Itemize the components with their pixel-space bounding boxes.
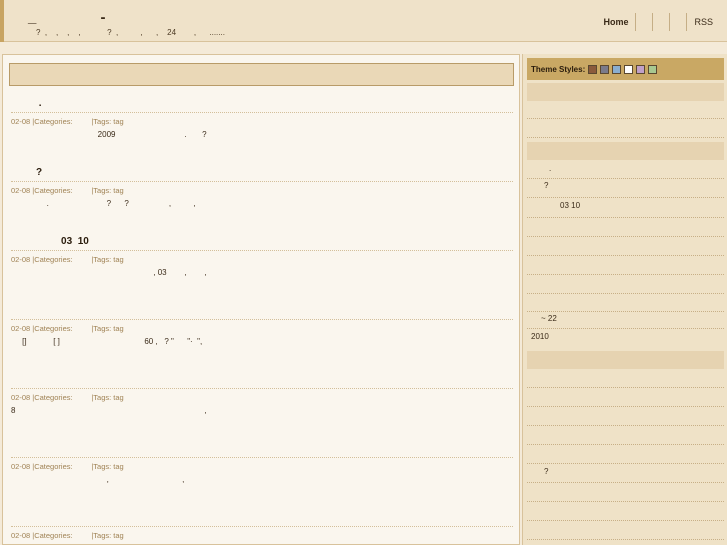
sidebar-divider bbox=[527, 482, 724, 483]
sidebar-divider bbox=[527, 137, 724, 138]
post-item: . 02-08 |Categories: |Tags: tag 2009 . ? bbox=[11, 98, 513, 139]
site-tagline: ? , , , , ? , , , 24 , ....... bbox=[36, 28, 225, 37]
post-excerpt: , , bbox=[11, 475, 185, 484]
post-excerpt: 2009 . ? bbox=[11, 130, 207, 139]
main-nav: Home RSS bbox=[596, 12, 715, 32]
sidebar-list-item[interactable]: ~ 22 bbox=[541, 314, 557, 323]
sidebar-divider bbox=[527, 311, 724, 312]
post-title[interactable]: . bbox=[11, 98, 513, 112]
nav-link-2[interactable] bbox=[636, 13, 654, 31]
sidebar-divider bbox=[527, 463, 724, 464]
theme-swatch[interactable] bbox=[600, 64, 610, 74]
sidebar-list-item[interactable]: ? bbox=[544, 467, 548, 476]
sidebar-divider bbox=[527, 217, 724, 218]
post-meta: 02-08 |Categories: |Tags: tag bbox=[11, 181, 513, 195]
theme-styles-bar: Theme Styles: bbox=[527, 58, 724, 80]
sidebar-divider bbox=[527, 178, 724, 179]
sidebar-widget-heading bbox=[527, 83, 724, 101]
post-title[interactable] bbox=[11, 512, 513, 526]
sidebar-divider bbox=[527, 520, 724, 521]
sidebar-divider bbox=[527, 197, 724, 198]
sidebar-divider bbox=[527, 501, 724, 502]
sidebar-list-item[interactable]: 2010 bbox=[531, 332, 549, 341]
sidebar-divider bbox=[527, 236, 724, 237]
sidebar-divider bbox=[527, 406, 724, 407]
sidebar-widget-heading bbox=[527, 142, 724, 160]
post-item: 02-08 |Categories: |Tags: tag bbox=[11, 512, 513, 544]
post-title[interactable] bbox=[11, 374, 513, 388]
main-content: . 02-08 |Categories: |Tags: tag 2009 . ?… bbox=[2, 54, 520, 545]
sidebar-list-item[interactable]: . bbox=[549, 164, 551, 173]
sidebar-divider bbox=[527, 387, 724, 388]
nav-rss-link[interactable]: RSS bbox=[687, 13, 715, 31]
theme-swatch[interactable] bbox=[588, 64, 598, 74]
sidebar-list-item[interactable]: 03 10 bbox=[560, 201, 580, 210]
post-item: ? 02-08 |Categories: |Tags: tag . ? ? , … bbox=[11, 167, 513, 208]
sidebar: Theme Styles: . ? 03 10 ~ 22 2010 ? bbox=[522, 54, 727, 545]
post-item: 02-08 |Categories: |Tags: tag , , bbox=[11, 443, 513, 484]
theme-styles-label: Theme Styles: bbox=[531, 64, 586, 74]
post-title[interactable] bbox=[11, 443, 513, 457]
theme-swatch[interactable] bbox=[636, 64, 646, 74]
nav-link-4[interactable] bbox=[670, 13, 688, 31]
post-meta: 02-08 |Categories: |Tags: tag bbox=[11, 250, 513, 264]
post-title[interactable]: ? bbox=[11, 167, 513, 181]
post-excerpt: , 03 , , bbox=[11, 268, 207, 277]
site-header: _ - ? , , , , ? , , , 24 , ....... Home … bbox=[0, 0, 727, 42]
site-title[interactable]: _ - bbox=[28, 9, 136, 26]
sidebar-widget-heading bbox=[527, 351, 724, 369]
post-excerpt: [] [ ] 60 , ? " "· ", bbox=[11, 337, 203, 346]
post-excerpt: 8 , bbox=[11, 406, 207, 415]
post-meta: 02-08 |Categories: |Tags: tag bbox=[11, 526, 513, 540]
post-item: 02-08 |Categories: |Tags: tag 8 , bbox=[11, 374, 513, 415]
content-title-bar bbox=[9, 63, 514, 86]
post-meta: 02-08 |Categories: |Tags: tag bbox=[11, 319, 513, 333]
post-item: 02-08 |Categories: |Tags: tag [] [ ] 60 … bbox=[11, 305, 513, 346]
post-title[interactable]: 03 10 bbox=[11, 236, 513, 250]
theme-swatch[interactable] bbox=[624, 64, 634, 74]
post-meta: 02-08 |Categories: |Tags: tag bbox=[11, 457, 513, 471]
theme-swatch[interactable] bbox=[648, 64, 658, 74]
post-excerpt: . ? ? , , bbox=[11, 199, 196, 208]
sidebar-divider bbox=[527, 328, 724, 329]
post-title[interactable] bbox=[11, 305, 513, 319]
sidebar-divider bbox=[527, 255, 724, 256]
post-excerpt bbox=[11, 540, 513, 544]
sidebar-divider bbox=[527, 274, 724, 275]
nav-home-link[interactable]: Home bbox=[596, 13, 637, 31]
sidebar-divider bbox=[527, 539, 724, 540]
nav-link-3[interactable] bbox=[653, 13, 671, 31]
header-accent-bar bbox=[0, 0, 4, 42]
sidebar-divider bbox=[527, 293, 724, 294]
sidebar-divider bbox=[527, 118, 724, 119]
sidebar-list-item[interactable]: ? bbox=[544, 181, 548, 190]
sidebar-divider bbox=[527, 444, 724, 445]
post-meta: 02-08 |Categories: |Tags: tag bbox=[11, 112, 513, 126]
post-meta: 02-08 |Categories: |Tags: tag bbox=[11, 388, 513, 402]
sidebar-divider bbox=[527, 425, 724, 426]
post-item: 03 10 02-08 |Categories: |Tags: tag , 03… bbox=[11, 236, 513, 277]
theme-swatch[interactable] bbox=[612, 64, 622, 74]
